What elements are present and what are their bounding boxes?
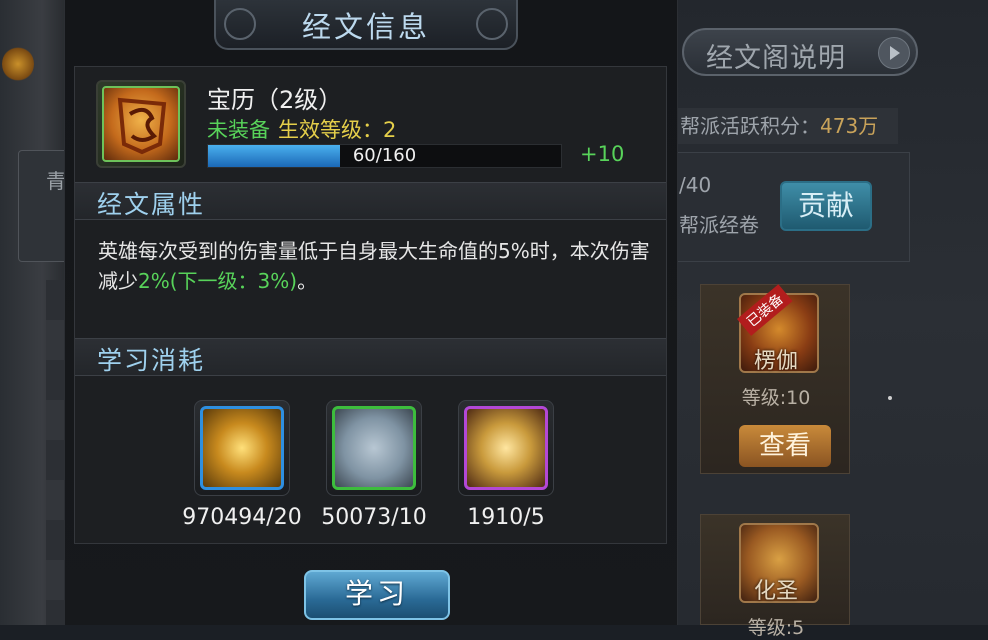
item-name: 宝历（2级） (207, 86, 343, 114)
arrow-right-icon (878, 37, 910, 69)
cost-item[interactable] (458, 400, 554, 496)
attributes-title: 经文属性 (97, 190, 206, 219)
unequipped-status: 未装备 (207, 118, 270, 142)
left-background: 青 (0, 0, 70, 625)
left-side-text: 青 (46, 169, 66, 193)
scroll-icon (332, 406, 416, 490)
card-name: 楞伽 (753, 349, 798, 374)
card-level: 等级:10 (741, 387, 811, 409)
learn-button[interactable]: 学习 (304, 570, 450, 620)
active-points-value: 473万 (820, 114, 879, 138)
view-button[interactable]: 查看 (739, 425, 831, 467)
exp-progress-bar: 60/160 (207, 144, 562, 168)
scripture-dragon-icon (102, 86, 180, 162)
contribute-count: /40 (679, 173, 712, 197)
description-highlight: 2%(下一级：3%) (138, 269, 298, 293)
item-status: 未装备 生效等级：2 (207, 114, 396, 144)
modal-title: 经文信息 (301, 10, 430, 44)
decorative-dot (888, 396, 892, 400)
cost-item[interactable] (194, 400, 290, 496)
golden-scroll-icon (464, 406, 548, 490)
exp-progress-text: 60/160 (352, 145, 417, 166)
scripture-card[interactable]: 已装备 楞伽 等级:10 查看 (700, 284, 850, 474)
guild-library-label: 帮派经卷 (679, 213, 759, 237)
rules-button[interactable]: 经文阁说明 (682, 28, 918, 76)
rules-button-label: 经文阁说明 (706, 43, 846, 74)
guild-active-points: 帮派活跃积分：473万 (676, 108, 898, 144)
cost-title: 学习消耗 (97, 346, 206, 375)
description-end: 。 (297, 269, 318, 293)
active-points-label: 帮派活跃积分： (680, 114, 820, 138)
cost-section-header: 学习消耗 (75, 338, 666, 376)
item-icon-frame (96, 80, 186, 168)
card-level: 等级:5 (747, 617, 805, 639)
attributes-section-header: 经文属性 (75, 182, 666, 220)
cost-value: 970494/20 (182, 505, 302, 530)
exp-gain: +10 (580, 142, 625, 166)
cost-value: 1910/5 (467, 505, 545, 530)
cost-value: 50073/10 (321, 505, 427, 530)
cost-item[interactable] (326, 400, 422, 496)
gold-medal-icon (200, 406, 284, 490)
contribute-button[interactable]: 贡献 (780, 181, 872, 231)
attribute-description: 英雄每次受到的伤害量低于自身最大生命值的5%时，本次伤害减少2%(下一级：3%)… (98, 236, 658, 296)
card-name: 化圣 (753, 579, 798, 604)
guild-mask-icon (2, 46, 34, 82)
scripture-card[interactable]: 化圣 等级:5 (700, 514, 850, 639)
effect-level: 生效等级：2 (278, 118, 397, 142)
